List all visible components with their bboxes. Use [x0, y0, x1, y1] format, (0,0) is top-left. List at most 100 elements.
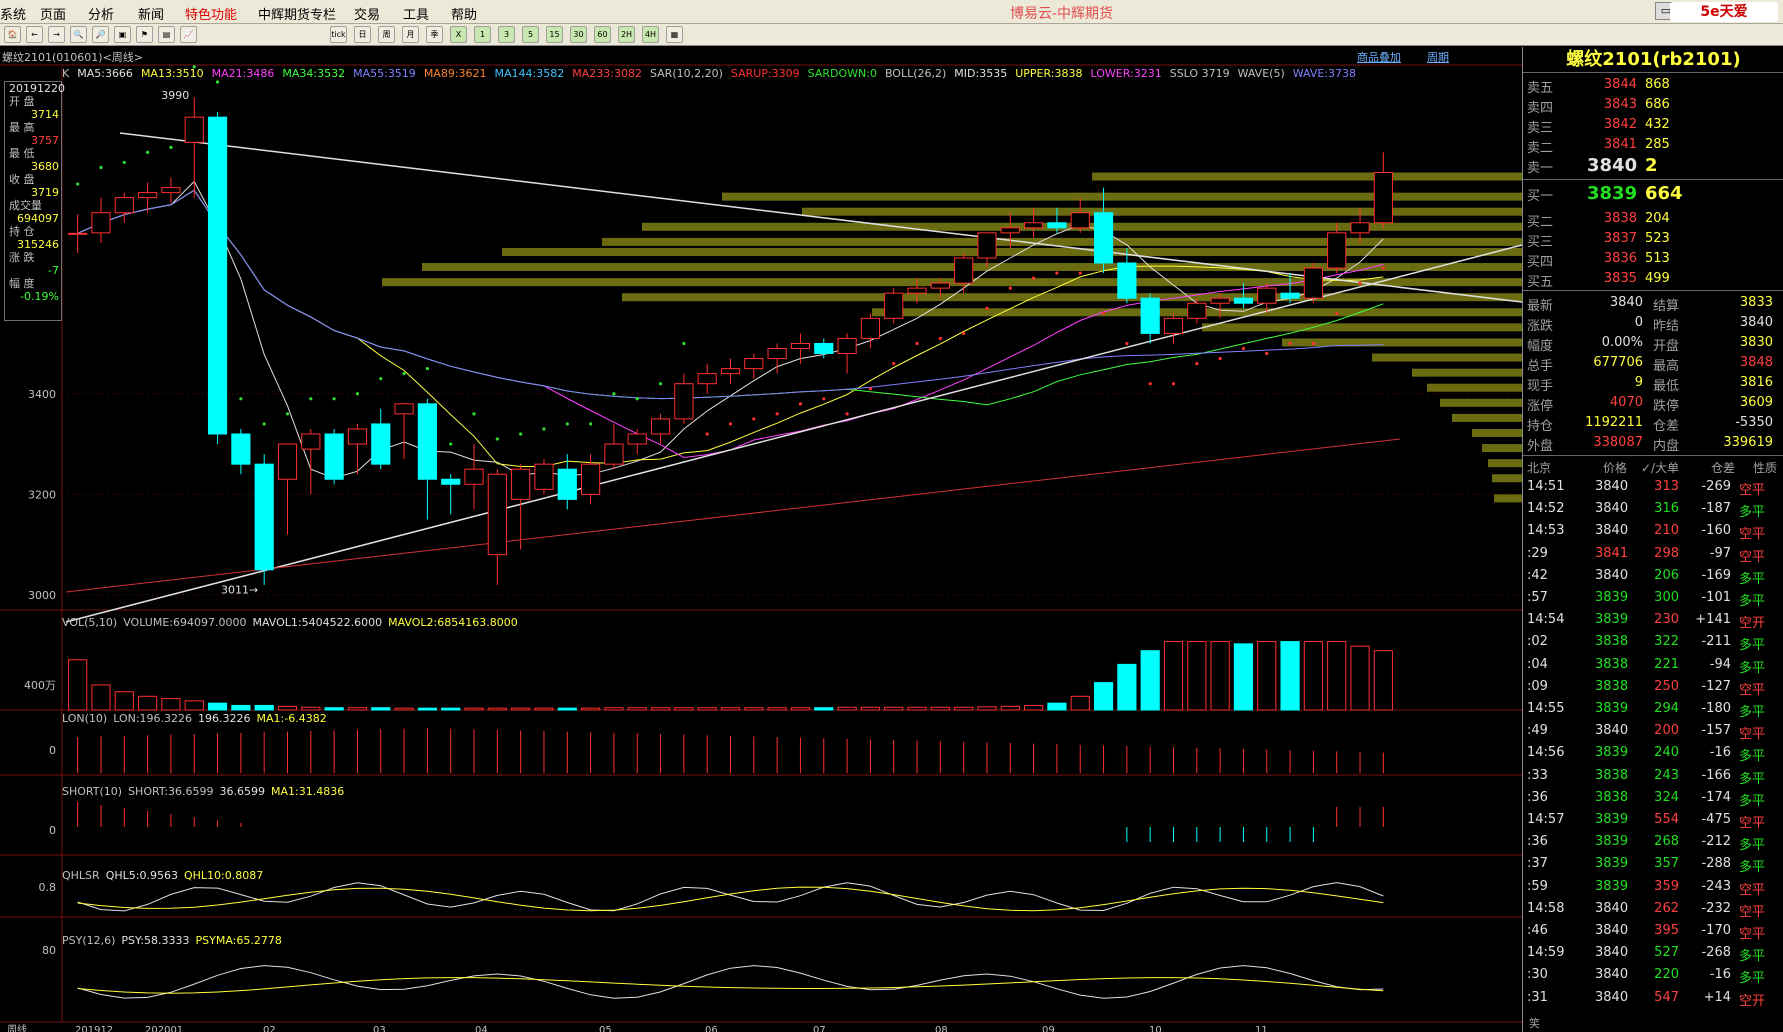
stat-label-a-1: 涨跌: [1527, 319, 1554, 334]
toolbar-button-9[interactable]: tick: [330, 26, 347, 43]
tick-price: 3840: [1595, 923, 1629, 938]
toolbar-button-1[interactable]: ←: [26, 26, 43, 43]
menu-zhonghui-column[interactable]: 中辉期货专栏: [258, 4, 336, 23]
volume-bar: [138, 695, 158, 711]
tick-vol: 300: [1654, 590, 1679, 605]
volume-bar: [557, 707, 577, 711]
psy-legend: PSY(12,6) PSY:58.3333 PSYMA:65.2778: [62, 934, 288, 947]
toolbar-button-19[interactable]: 30: [570, 26, 587, 43]
candle: [1163, 313, 1184, 344]
short-item-2: 36.6599: [219, 785, 266, 798]
tick-oi-change: -170: [1701, 923, 1731, 938]
volume-bar: [930, 706, 950, 711]
tick-oi-change: -187: [1701, 501, 1731, 517]
info-label-3: 最 低: [9, 147, 35, 160]
volume-bar: [1303, 641, 1323, 711]
overlay-link[interactable]: 商品叠加: [1357, 49, 1401, 65]
indicator-item-6: MA89:3621: [423, 67, 487, 80]
toolbar-button-16[interactable]: 3: [498, 26, 515, 43]
qhl5-line: [77, 882, 1384, 912]
candle-body: [1000, 227, 1020, 234]
ask-row-1-price: 3843: [1603, 97, 1637, 112]
toolbar-button-23[interactable]: ▦: [666, 26, 683, 43]
toolbar-button-18[interactable]: 15: [546, 26, 563, 43]
tick-vol: 395: [1654, 923, 1679, 938]
tick-row: :49 3840 200 -157 空平: [1523, 721, 1783, 742]
tick-oi-change: -169: [1701, 567, 1731, 583]
bottom-tab[interactable]: 笑: [1529, 1015, 1540, 1031]
toolbar-button-6[interactable]: ⚑: [136, 26, 153, 43]
menu-tools[interactable]: 工具: [403, 4, 429, 23]
toolbar-button-13[interactable]: 季: [426, 26, 443, 43]
candle-body: [161, 187, 181, 194]
toolbar-button-4[interactable]: 🔎: [92, 26, 109, 43]
volume-bar: [674, 707, 694, 711]
tick-time: 14:57: [1527, 812, 1565, 827]
volume-profile-bar: [1282, 338, 1522, 347]
indicator-item-8: MA233:3082: [572, 67, 642, 80]
candle-body: [674, 383, 694, 420]
toolbar-button-7[interactable]: ▤: [158, 26, 175, 43]
info-label-6: 持 仓: [9, 225, 35, 238]
toolbar-button-11[interactable]: 周: [378, 26, 395, 43]
bid-row-0-price: 3838: [1603, 211, 1637, 226]
stat-value-a-1: 0: [1634, 315, 1643, 330]
tick-vol: 357: [1654, 856, 1679, 872]
volume-bar: [720, 707, 741, 711]
period-link[interactable]: 周期: [1427, 49, 1449, 65]
candle-body: [1117, 262, 1137, 299]
tick-time: 14:54: [1527, 612, 1565, 628]
short-legend: SHORT(10) SHORT:36.6599 36.6599 MA1:31.4836: [62, 785, 350, 798]
stat-value-b-5: 3609: [1739, 395, 1773, 410]
stat-value-b-0: 3833: [1739, 295, 1773, 310]
tick-nature: 多平: [1739, 971, 1766, 987]
candle-body: [627, 433, 647, 445]
stat-label-b-5: 跌停: [1653, 399, 1680, 414]
toolbar-button-3[interactable]: 🔍: [70, 26, 87, 43]
tick-price: 3838: [1595, 767, 1629, 783]
volume-bar: [1163, 641, 1184, 711]
tick-nature: 空平: [1739, 927, 1766, 942]
tick-oi-change: -269: [1701, 479, 1731, 494]
candle-body: [534, 463, 554, 490]
menu-analysis[interactable]: 分析: [88, 4, 114, 23]
menu-trade[interactable]: 交易: [354, 4, 380, 23]
menu-help[interactable]: 帮助: [451, 4, 477, 23]
toolbar-button-0[interactable]: 🏠: [4, 26, 21, 43]
toolbar-button-2[interactable]: →: [48, 26, 65, 43]
candle-body: [114, 197, 134, 214]
sar-dot: [1288, 341, 1292, 346]
sar-dot: [1265, 351, 1269, 356]
toolbar-button-22[interactable]: 4H: [642, 26, 659, 43]
tick-vol: 230: [1654, 612, 1679, 628]
volume-bar: [184, 700, 204, 711]
toolbar-button-12[interactable]: 月: [402, 26, 419, 43]
volume-profile-bar: [1492, 474, 1522, 483]
volume-bar: [1350, 645, 1370, 711]
toolbar-button-15[interactable]: 1: [474, 26, 491, 43]
toolbar-button-21[interactable]: 2H: [618, 26, 635, 43]
candle: [1187, 298, 1207, 324]
tick-oi-change: -174: [1701, 789, 1731, 805]
tick-header-4: 性质: [1753, 461, 1778, 475]
stat-row-6: 持仓 1192211 仓差 -5350: [1523, 413, 1783, 434]
toolbar-button-10[interactable]: 日: [354, 26, 371, 43]
toolbar-button-5[interactable]: ▣: [114, 26, 131, 43]
sar-dot: [146, 150, 150, 154]
time-axis-label-4: 03: [373, 1025, 386, 1032]
candle-body: [1257, 287, 1277, 304]
toolbar-button-14[interactable]: X: [450, 26, 467, 43]
tick-header-3: 仓差: [1711, 461, 1736, 475]
toolbar-button-17[interactable]: 5: [522, 26, 539, 43]
sar-dot: [1055, 271, 1059, 275]
tick-row: :29 3841 298 -97 空平: [1523, 544, 1783, 565]
toolbar-button-8[interactable]: 📈: [180, 26, 197, 43]
stat-value-b-2: 3830: [1739, 335, 1773, 350]
menu-features[interactable]: 特色功能: [185, 4, 237, 23]
menu-system[interactable]: 系统: [0, 4, 26, 23]
menu-news[interactable]: 新闻: [138, 4, 164, 23]
sar-dot: [1195, 361, 1199, 366]
toolbar-button-20[interactable]: 60: [594, 26, 611, 43]
stat-label-b-3: 最高: [1653, 359, 1680, 374]
menu-page[interactable]: 页面: [40, 4, 66, 23]
